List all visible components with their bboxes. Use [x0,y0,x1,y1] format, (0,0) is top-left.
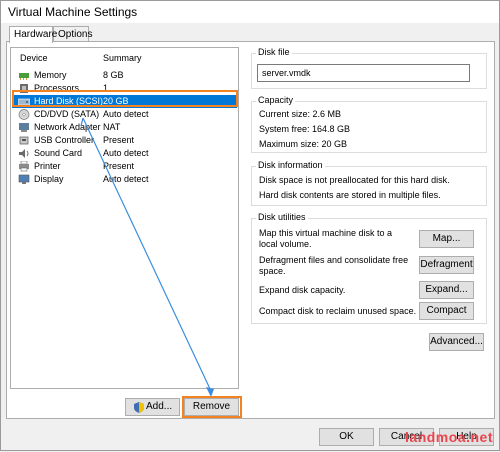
watermark-text: landmoa.net [405,429,493,445]
system-free-text: System free: 164.8 GB [259,124,351,134]
vm-settings-window: Virtual Machine Settings Hardware Option… [0,0,500,451]
expand-description: Expand disk capacity. [259,285,346,295]
advanced-button[interactable]: Advanced... [429,333,484,351]
map-description: Map this virtual machine disk to a local… [259,228,393,249]
disk-file-label: Disk file [256,47,292,57]
disk-file-field[interactable]: server.vmdk [257,64,470,82]
disk-info-line-1: Disk space is not preallocated for this … [259,175,450,185]
tab-hardware[interactable]: Hardware [9,26,57,43]
defragment-button[interactable]: Defragment [419,256,474,274]
expand-button[interactable]: Expand... [419,281,474,299]
defragment-description: Defragment files and consolidate free sp… [259,255,409,276]
map-button[interactable]: Map... [419,230,474,248]
remove-button-highlight [182,396,242,418]
capacity-label: Capacity [256,95,296,105]
add-button-label: Add... [146,401,173,412]
disk-utilities-label: Disk utilities [256,212,308,222]
disk-info-line-2: Hard disk contents are stored in multipl… [259,190,441,200]
compact-description: Compact disk to reclaim unused space. [259,306,417,316]
compact-button[interactable]: Compact [419,302,474,320]
current-size-text: Current size: 2.6 MB [259,109,342,119]
maximum-size-text: Maximum size: 20 GB [259,139,348,149]
ok-button[interactable]: OK [319,428,374,446]
disk-information-label: Disk information [256,160,325,170]
add-button[interactable]: Add... [125,398,180,416]
shield-icon [134,402,144,419]
